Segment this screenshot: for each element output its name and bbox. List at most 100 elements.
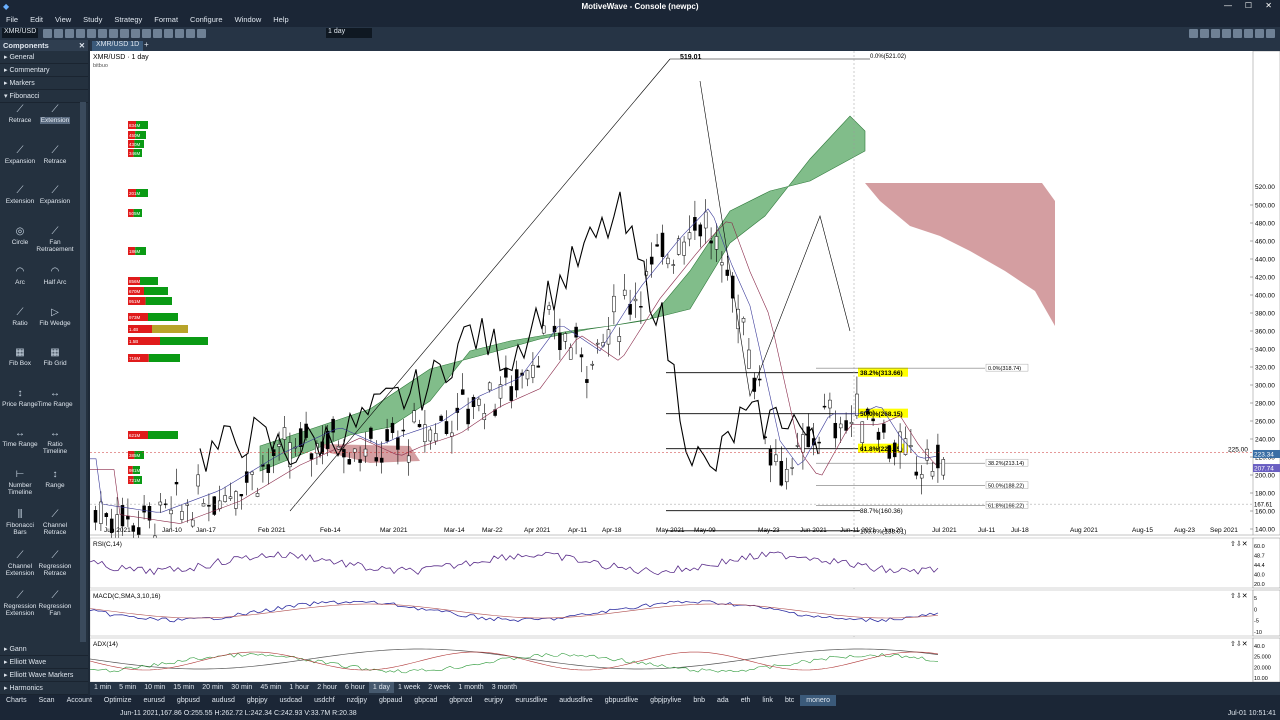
tools-icon[interactable] bbox=[1189, 29, 1198, 38]
tab-xmrusd[interactable]: XMR/USD 1D bbox=[92, 41, 144, 51]
tool-regression-retrace[interactable]: ⟋ Regression Retrace bbox=[35, 550, 75, 577]
symbol-tab-charts[interactable]: Charts bbox=[0, 695, 33, 706]
undo-icon[interactable] bbox=[98, 29, 107, 38]
timeframe-30-min[interactable]: 30 min bbox=[227, 682, 256, 693]
timeframe-1-month[interactable]: 1 month bbox=[454, 682, 487, 693]
symbol-tab-audusdlive[interactable]: audusdlive bbox=[553, 695, 598, 706]
gear-icon[interactable] bbox=[1266, 29, 1275, 38]
tool-extension[interactable]: ⟋ Extension bbox=[35, 104, 75, 124]
tool-ratio-timeline[interactable]: ↔ Ratio Timeline bbox=[35, 428, 75, 455]
save-icon[interactable] bbox=[65, 29, 74, 38]
print-icon[interactable] bbox=[1255, 29, 1264, 38]
category-elliott-wave[interactable]: ▸ Elliott Wave bbox=[0, 656, 88, 669]
timeframe-15-min[interactable]: 15 min bbox=[169, 682, 198, 693]
tool-fib-wedge[interactable]: ▷ Fib Wedge bbox=[35, 307, 75, 327]
symbol-tab-scan[interactable]: Scan bbox=[33, 695, 61, 706]
grid-icon[interactable] bbox=[120, 29, 129, 38]
search-icon[interactable] bbox=[43, 29, 52, 38]
timeframe-1-week[interactable]: 1 week bbox=[394, 682, 424, 693]
timeframe-2-week[interactable]: 2 week bbox=[424, 682, 454, 693]
tool-time-range[interactable]: ↔ Time Range bbox=[0, 428, 40, 448]
text-icon[interactable] bbox=[175, 29, 184, 38]
tool-expansion[interactable]: ⟋ Expansion bbox=[35, 185, 75, 205]
timeframe-1-day[interactable]: 1 day bbox=[368, 682, 395, 693]
symbol-tab-monero[interactable]: monero bbox=[800, 695, 837, 706]
symbol-tab-gbpcad[interactable]: gbpcad bbox=[408, 695, 443, 706]
menu-help[interactable]: Help bbox=[267, 14, 294, 25]
timeframe-6-hour[interactable]: 6 hour bbox=[341, 682, 369, 693]
new-chart-icon[interactable] bbox=[54, 29, 63, 38]
pencil-icon[interactable] bbox=[164, 29, 173, 38]
timeframe-10-min[interactable]: 10 min bbox=[140, 682, 169, 693]
cursor-icon[interactable] bbox=[153, 29, 162, 38]
tool-retrace[interactable]: ⟋ Retrace bbox=[35, 145, 75, 165]
tool-time-range[interactable]: ↔ Time Range bbox=[35, 388, 75, 408]
camera-icon[interactable] bbox=[76, 29, 85, 38]
tool-expansion[interactable]: ⟋ Expansion bbox=[0, 145, 40, 165]
timeframe-1-hour[interactable]: 1 hour bbox=[285, 682, 313, 693]
menu-study[interactable]: Study bbox=[77, 14, 108, 25]
add-tab-icon[interactable]: + bbox=[144, 40, 149, 49]
tool-ratio[interactable]: ⟋ Ratio bbox=[0, 307, 40, 327]
menu-view[interactable]: View bbox=[49, 14, 77, 25]
menu-file[interactable]: File bbox=[0, 14, 24, 25]
line-icon[interactable] bbox=[186, 29, 195, 38]
category-harmonics[interactable]: ▸ Harmonics bbox=[0, 682, 88, 695]
symbol-tab-gbpjpylive[interactable]: gbpjpylive bbox=[644, 695, 687, 706]
tool-regression-extension[interactable]: ⟋ Regression Extension bbox=[0, 590, 40, 617]
tool-fibonacci-bars[interactable]: ⫼ Fibonacci Bars bbox=[0, 509, 40, 536]
menu-edit[interactable]: Edit bbox=[24, 14, 49, 25]
tool-fib-grid[interactable]: ▦ Fib Grid bbox=[35, 347, 75, 367]
menu-configure[interactable]: Configure bbox=[184, 14, 229, 25]
lock-icon[interactable] bbox=[1222, 29, 1231, 38]
category-general[interactable]: ▸ General bbox=[0, 51, 88, 64]
settings-icon[interactable] bbox=[197, 29, 206, 38]
timeframe-3-month[interactable]: 3 month bbox=[488, 682, 521, 693]
tool-channel-extension[interactable]: ⟋ Channel Extension bbox=[0, 550, 40, 577]
symbol-tab-eurusdlive[interactable]: eurusdlive bbox=[509, 695, 553, 706]
symbol-tab-eurusd[interactable]: eurusd bbox=[138, 695, 171, 706]
link-icon[interactable] bbox=[1200, 29, 1209, 38]
symbol-tab-bnb[interactable]: bnb bbox=[687, 695, 711, 706]
tool-price-range[interactable]: ↕ Price Range bbox=[0, 388, 40, 408]
redo-icon[interactable] bbox=[109, 29, 118, 38]
tool-fib-box[interactable]: ▦ Fib Box bbox=[0, 347, 40, 367]
category-markers[interactable]: ▸ Markers bbox=[0, 77, 88, 90]
symbol-tab-ada[interactable]: ada bbox=[711, 695, 735, 706]
timeframe-45-min[interactable]: 45 min bbox=[256, 682, 285, 693]
symbol-tab-gbpusd[interactable]: gbpusd bbox=[171, 695, 206, 706]
palette-icon[interactable] bbox=[1211, 29, 1220, 38]
category-gann[interactable]: ▸ Gann bbox=[0, 643, 88, 656]
tool-regression-fan[interactable]: ⟋ Regression Fan bbox=[35, 590, 75, 617]
chart-svg[interactable]: 834M 450M 430M 346M 201M 505M 186M 856M 670M 951M… bbox=[90, 51, 1280, 682]
timeframe-5-min[interactable]: 5 min bbox=[115, 682, 140, 693]
symbol-tab-optimize[interactable]: Optimize bbox=[98, 695, 138, 706]
symbol-tab-gbpjpy[interactable]: gbpjpy bbox=[241, 695, 274, 706]
layout-icon[interactable] bbox=[1244, 29, 1253, 38]
symbol-tab-usdcad[interactable]: usdcad bbox=[274, 695, 309, 706]
symbol-tab-audusd[interactable]: audusd bbox=[206, 695, 241, 706]
tool-extension[interactable]: ⟋ Extension bbox=[0, 185, 40, 205]
trade-icon[interactable] bbox=[87, 29, 96, 38]
tool-range[interactable]: ↕ Range bbox=[35, 469, 75, 489]
symbol-field[interactable]: XMR/USD bbox=[2, 28, 38, 38]
symbol-tab-gbpaud[interactable]: gbpaud bbox=[373, 695, 408, 706]
maximize-icon[interactable]: ☐ bbox=[1245, 1, 1252, 10]
menu-strategy[interactable]: Strategy bbox=[108, 14, 148, 25]
timeframe-20-min[interactable]: 20 min bbox=[198, 682, 227, 693]
panel-scrollbar[interactable] bbox=[80, 102, 86, 642]
symbol-tab-eth[interactable]: eth bbox=[735, 695, 757, 706]
timeframe-1-min[interactable]: 1 min bbox=[90, 682, 115, 693]
symbol-tab-account[interactable]: Account bbox=[61, 695, 98, 706]
tool-channel-retrace[interactable]: ⟋ Channel Retrace bbox=[35, 509, 75, 536]
symbol-tab-link[interactable]: link bbox=[756, 695, 779, 706]
menu-format[interactable]: Format bbox=[148, 14, 184, 25]
tool-half-arc[interactable]: ◠ Half Arc bbox=[35, 266, 75, 286]
symbol-tab-eurjpy[interactable]: eurjpy bbox=[478, 695, 509, 706]
symbol-tab-usdchf[interactable]: usdchf bbox=[308, 695, 341, 706]
minimize-icon[interactable]: — bbox=[1224, 1, 1232, 10]
timeframe-2-hour[interactable]: 2 hour bbox=[313, 682, 341, 693]
close-panel-icon[interactable]: ✕ bbox=[79, 41, 85, 50]
symbol-tab-btc[interactable]: btc bbox=[779, 695, 800, 706]
tool-fan-retracement[interactable]: ⟋ Fan Retracement bbox=[35, 226, 75, 253]
